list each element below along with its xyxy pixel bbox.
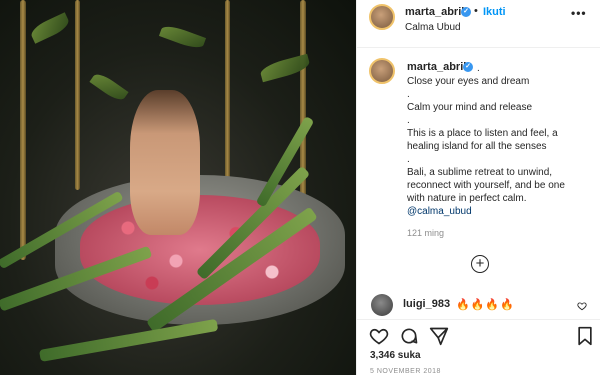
bamboo-stem <box>225 0 230 200</box>
separator-dot: • <box>474 5 478 17</box>
load-more-comments-button[interactable]: + <box>471 255 489 273</box>
person-figure <box>130 90 200 235</box>
verified-badge-icon: ✓ <box>461 7 471 17</box>
post-photo[interactable] <box>0 0 356 375</box>
comment-row: luigi_983 🔥🔥🔥🔥 <box>357 290 600 320</box>
bamboo-stem <box>75 0 80 190</box>
post-date: 5 NOVEMBER 2018 <box>370 368 441 375</box>
share-icon[interactable] <box>429 326 449 346</box>
plus-circle-icon: + <box>475 255 485 272</box>
caption-line: healing island for all the senses <box>407 141 547 152</box>
caption-avatar[interactable] <box>369 58 395 84</box>
caption-line: reconnect with yourself, and be one <box>407 180 565 191</box>
leaf <box>158 22 207 52</box>
post-location[interactable]: Calma Ubud <box>405 22 461 33</box>
leaf <box>28 12 72 44</box>
caption-age: 121 ming <box>407 228 445 238</box>
caption-line: Bali, a sublime retreat to unwind, <box>407 167 553 178</box>
avatar[interactable] <box>369 4 395 30</box>
caption-line: . <box>477 63 480 74</box>
comment-username[interactable]: luigi_983 <box>403 298 450 310</box>
bamboo-stem <box>20 0 26 260</box>
caption-line: . <box>407 89 410 100</box>
post-sidebar: marta_abril ✓ • Ikuti Calma Ubud ••• mar… <box>356 0 600 375</box>
palm-frond <box>38 318 219 362</box>
more-options-icon[interactable]: ••• <box>571 6 587 20</box>
heart-icon[interactable] <box>369 326 389 346</box>
likes-count[interactable]: 3,346 suka <box>370 350 421 361</box>
comment-like-heart-icon[interactable] <box>577 301 587 311</box>
caption-line: . <box>407 115 410 126</box>
post-actions <box>357 322 600 350</box>
caption-line: Close your eyes and dream <box>407 76 530 87</box>
comment-text: 🔥🔥🔥🔥 <box>456 299 515 311</box>
caption-line: . <box>407 154 410 165</box>
post-caption: . Close your eyes and dream . Calm your … <box>407 62 592 218</box>
post-header: marta_abril ✓ • Ikuti Calma Ubud ••• <box>357 0 600 48</box>
caption-line: Calm your mind and release <box>407 102 533 113</box>
comment-avatar[interactable] <box>371 294 393 316</box>
bookmark-icon[interactable] <box>575 326 595 346</box>
caption-line: with nature in perfect calm. <box>407 193 527 204</box>
caption-mention-link[interactable]: @calma_ubud <box>407 205 592 218</box>
leaf <box>89 70 129 104</box>
comment-icon[interactable] <box>399 326 419 346</box>
post-username[interactable]: marta_abril <box>405 6 464 18</box>
follow-button[interactable]: Ikuti <box>483 6 506 18</box>
caption-line: This is a place to listen and feel, a <box>407 128 558 139</box>
